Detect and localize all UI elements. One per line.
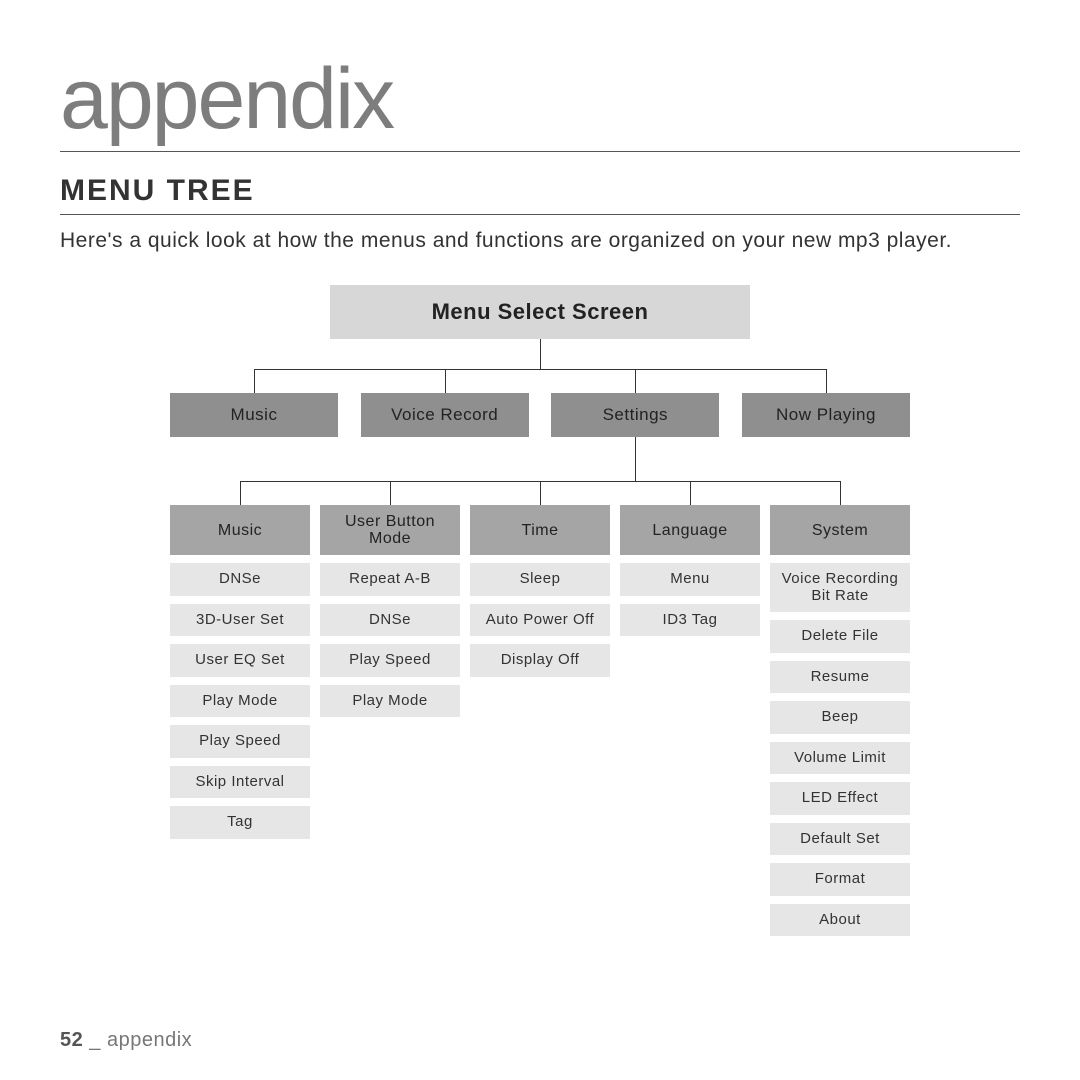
menu-item: About	[770, 904, 910, 937]
footer-separator: _	[83, 1029, 107, 1051]
menu-item: Volume Limit	[770, 742, 910, 775]
tier2-header: Language	[620, 505, 760, 555]
menu-item: Tag	[170, 806, 310, 839]
tier2-column: Voice Recording Bit Rate Delete File Resum…	[770, 563, 910, 936]
tier1-box: Voice Record	[361, 393, 529, 437]
tier1-box: Music	[170, 393, 338, 437]
menu-item: Sleep	[470, 563, 610, 596]
tier2-header: System	[770, 505, 910, 555]
menu-item: Play Speed	[320, 644, 460, 677]
tier2-header: User Button Mode	[320, 505, 460, 555]
connector-line	[690, 481, 691, 505]
tier2-column: Menu ID3 Tag	[620, 563, 760, 936]
tier1-box: Now Playing	[742, 393, 910, 437]
connector-line	[540, 481, 541, 505]
tier2-header: Music	[170, 505, 310, 555]
page-title: appendix	[60, 50, 1020, 152]
footer-label: appendix	[107, 1029, 192, 1051]
tier1-box: Settings	[551, 393, 719, 437]
connector-line	[826, 369, 827, 393]
tier2-column: DNSe 3D-User Set User EQ Set Play Mode Play …	[170, 563, 310, 936]
page-number: 52	[60, 1029, 83, 1051]
menu-item: Format	[770, 863, 910, 896]
connector-line	[840, 481, 841, 505]
menu-item: Default Set	[770, 823, 910, 856]
menu-item: Repeat A-B	[320, 563, 460, 596]
menu-item: User EQ Set	[170, 644, 310, 677]
intro-text: Here's a quick look at how the menus and…	[60, 227, 1020, 255]
menu-item: Delete File	[770, 620, 910, 653]
menu-item: DNSe	[320, 604, 460, 637]
menu-item: 3D-User Set	[170, 604, 310, 637]
connector-line	[390, 481, 391, 505]
section-title: MENU TREE	[60, 174, 1020, 215]
menu-item: DNSe	[170, 563, 310, 596]
menu-item: Auto Power Off	[470, 604, 610, 637]
menu-item: Skip Interval	[170, 766, 310, 799]
menu-item: Resume	[770, 661, 910, 694]
tier2-header: Time	[470, 505, 610, 555]
connector-line	[635, 437, 636, 481]
menu-item: ID3 Tag	[620, 604, 760, 637]
connector-line	[254, 369, 255, 393]
connector-line	[635, 369, 636, 393]
connector-area	[170, 437, 910, 481]
menu-item: Voice Recording Bit Rate	[770, 563, 910, 612]
menu-item: Play Mode	[320, 685, 460, 718]
page-footer: 52 _ appendix	[60, 1029, 192, 1052]
connector-line	[540, 339, 541, 369]
menu-item: LED Effect	[770, 782, 910, 815]
menu-item: Play Speed	[170, 725, 310, 758]
menu-item: Menu	[620, 563, 760, 596]
tier2-column: Sleep Auto Power Off Display Off	[470, 563, 610, 936]
menu-tree-diagram: Menu Select Screen Music Voice Record Sett…	[170, 285, 910, 936]
menu-item: Display Off	[470, 644, 610, 677]
menu-item: Play Mode	[170, 685, 310, 718]
connector-line	[445, 369, 446, 393]
connector-line	[240, 481, 241, 505]
tier2-column: Repeat A-B DNSe Play Speed Play Mode	[320, 563, 460, 936]
tree-tier-2: MusicUser Button ModeTimeLanguageSystem …	[170, 481, 910, 936]
tree-tier-1: Music Voice Record Settings Now Playing	[170, 369, 910, 437]
menu-item: Beep	[770, 701, 910, 734]
tree-root: Menu Select Screen	[330, 285, 750, 339]
